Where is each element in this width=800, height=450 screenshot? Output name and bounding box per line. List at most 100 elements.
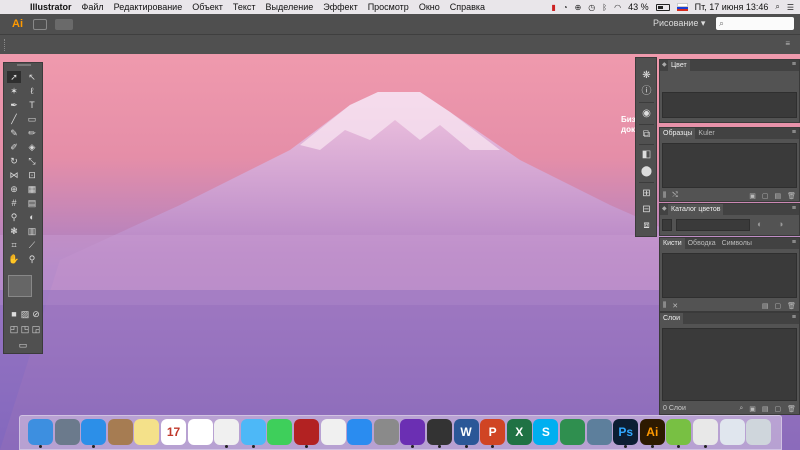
rectangle-tool-icon[interactable]: ▭	[25, 113, 39, 125]
menu-window[interactable]: Окно	[419, 2, 440, 12]
delete-layer-icon[interactable]: 🗑	[787, 405, 796, 413]
tab-brushes[interactable]: Кисти	[660, 238, 685, 249]
hand-tool-icon[interactable]: ✋	[7, 253, 21, 265]
perspective-grid-tool-icon[interactable]: ▦	[25, 183, 39, 195]
free-transform-tool-icon[interactable]: ⊡	[25, 169, 39, 181]
dock-excel-icon[interactable]: X	[506, 419, 532, 445]
list-icon[interactable]: ☰	[787, 3, 794, 12]
dock-calendar-icon[interactable]: 17	[161, 419, 186, 445]
screen-mode-icon[interactable]: ▭	[16, 339, 30, 351]
width-tool-icon[interactable]: ⋈	[7, 169, 21, 181]
magic-wand-tool-icon[interactable]: ✶	[7, 85, 21, 97]
dock-photos-app-icon[interactable]	[187, 419, 213, 445]
brush-libraries-icon[interactable]: ⫼	[663, 302, 666, 310]
pen-tool-icon[interactable]: ✒	[7, 99, 21, 111]
transparency-icon[interactable]: ◧	[640, 149, 653, 161]
tab-color-catalog[interactable]: Каталог цветов	[668, 204, 724, 215]
align-icon[interactable]: ⊞	[640, 188, 653, 200]
tab-layers[interactable]: Слои	[660, 313, 684, 324]
color-catalog-field[interactable]	[676, 219, 750, 231]
shape-builder-tool-icon[interactable]: ⊕	[7, 183, 21, 195]
fill-stroke-swatch[interactable]	[8, 275, 32, 297]
dock-preview-icon[interactable]	[693, 419, 718, 445]
layers-well[interactable]	[662, 328, 797, 401]
clipping-mask-icon[interactable]: ▣	[749, 405, 756, 413]
menu-object[interactable]: Объект	[192, 2, 223, 12]
scale-tool-icon[interactable]: ⤡	[25, 155, 39, 167]
menu-file[interactable]: Файл	[82, 2, 104, 12]
swatches-well[interactable]	[662, 143, 797, 188]
tab-stroke[interactable]: Обводка	[685, 238, 719, 249]
menu-view[interactable]: Просмотр	[368, 2, 409, 12]
tab-color[interactable]: Цвет	[668, 60, 690, 71]
color-guide-icon[interactable]: ❋	[640, 70, 653, 82]
menu-help[interactable]: Справка	[450, 2, 485, 12]
time-machine-icon[interactable]: ◔	[563, 3, 568, 12]
draw-inside-icon[interactable]: ◲	[29, 323, 43, 335]
tab-symbols[interactable]: Символы	[719, 238, 755, 249]
rotate-tool-icon[interactable]: ↻	[7, 155, 21, 167]
lasso-tool-icon[interactable]: ℓ	[25, 85, 39, 97]
remove-brush-stroke-icon[interactable]: ✕	[672, 302, 678, 310]
info-icon[interactable]: ⓘ	[640, 86, 653, 98]
slice-tool-icon[interactable]: ⟋	[25, 239, 39, 251]
dock-final-cut-icon[interactable]	[427, 419, 452, 445]
new-sublayer-icon[interactable]: ▤	[762, 405, 769, 413]
control-bar-menu-icon[interactable]: ≡	[785, 39, 790, 48]
wifi-icon[interactable]: ◠	[614, 3, 621, 12]
dock-illustrator-icon[interactable]: Ai	[639, 419, 665, 445]
dock-notes-icon[interactable]	[134, 419, 160, 445]
panel-menu-icon[interactable]: ≡	[792, 129, 796, 136]
dock-contacts-icon[interactable]	[107, 419, 133, 445]
dock-itunes-icon[interactable]	[320, 419, 346, 445]
brush-options-icon[interactable]: ▤	[762, 302, 769, 310]
type-tool-icon[interactable]: T	[25, 99, 39, 111]
clock-icon[interactable]: ◷	[588, 3, 595, 12]
dock-finder-icon[interactable]	[28, 419, 53, 445]
menu-effect[interactable]: Эффект	[323, 2, 357, 12]
swatch-options-icon[interactable]: ▣	[749, 192, 756, 200]
menu-select[interactable]: Выделение	[266, 2, 314, 12]
transform-icon[interactable]: ⊟	[640, 204, 653, 216]
menubar-datetime[interactable]: Пт, 17 июня 13:46	[695, 2, 769, 12]
accessibility-icon[interactable]: ⊕	[575, 3, 582, 12]
graphic-styles-icon[interactable]: ⧉	[640, 129, 653, 141]
dock-photos-icon[interactable]	[214, 419, 240, 445]
search-icon[interactable]: ⌕	[775, 2, 779, 12]
catalog-options-icon[interactable]: ◑	[778, 219, 783, 229]
help-search-input[interactable]: ⌕	[716, 17, 794, 30]
paintbrush-tool-icon[interactable]: ✎	[7, 127, 21, 139]
dock-utility-icon[interactable]	[586, 419, 612, 445]
control-bar-grip[interactable]	[4, 39, 6, 51]
eraser-tool-icon[interactable]: ◈	[25, 141, 39, 153]
delete-brush-icon[interactable]: 🗑	[787, 302, 796, 310]
swatch-libraries-icon[interactable]: ⫼	[663, 192, 666, 200]
menu-app-name[interactable]: Illustrator	[30, 2, 72, 12]
dock-safari-icon[interactable]	[81, 419, 107, 445]
panel-menu-icon[interactable]: ≡	[792, 239, 796, 246]
bridge-button[interactable]	[33, 18, 47, 30]
new-brush-icon[interactable]: ▢	[774, 302, 781, 310]
battery-icon[interactable]	[655, 3, 670, 11]
dock-world-app-icon[interactable]	[560, 419, 585, 445]
tools-panel-handle[interactable]	[17, 64, 31, 66]
dock-word-icon[interactable]: W	[453, 419, 479, 445]
locate-object-icon[interactable]: ⌕	[739, 405, 743, 413]
selection-tool-icon[interactable]: ➚	[7, 71, 21, 83]
delete-swatch-icon[interactable]: 🗑	[787, 192, 796, 200]
panel-menu-icon[interactable]: ≡	[792, 205, 796, 212]
panel-toggle-icon[interactable]: ◆	[662, 61, 667, 68]
menu-edit[interactable]: Редактирование	[114, 2, 183, 12]
battery-percentage[interactable]: 43 %	[628, 2, 649, 12]
dock-photoshop-icon[interactable]: Ps	[613, 419, 639, 445]
dock-trash-icon[interactable]	[746, 419, 772, 445]
tab-swatches[interactable]: Образцы	[660, 128, 696, 139]
tab-kuler[interactable]: Kuler	[695, 128, 717, 139]
eyedropper-tool-icon[interactable]: ⚲	[7, 211, 21, 223]
column-graph-tool-icon[interactable]: ▥	[25, 225, 39, 237]
dock-system-preferences-icon[interactable]	[373, 419, 399, 445]
dock-mail-doc-icon[interactable]	[719, 419, 745, 445]
artboard-tool-icon[interactable]: ⌗	[7, 239, 21, 251]
dock-skype-icon[interactable]: S	[533, 419, 559, 445]
zoom-tool-icon[interactable]: ⚲	[25, 253, 39, 265]
